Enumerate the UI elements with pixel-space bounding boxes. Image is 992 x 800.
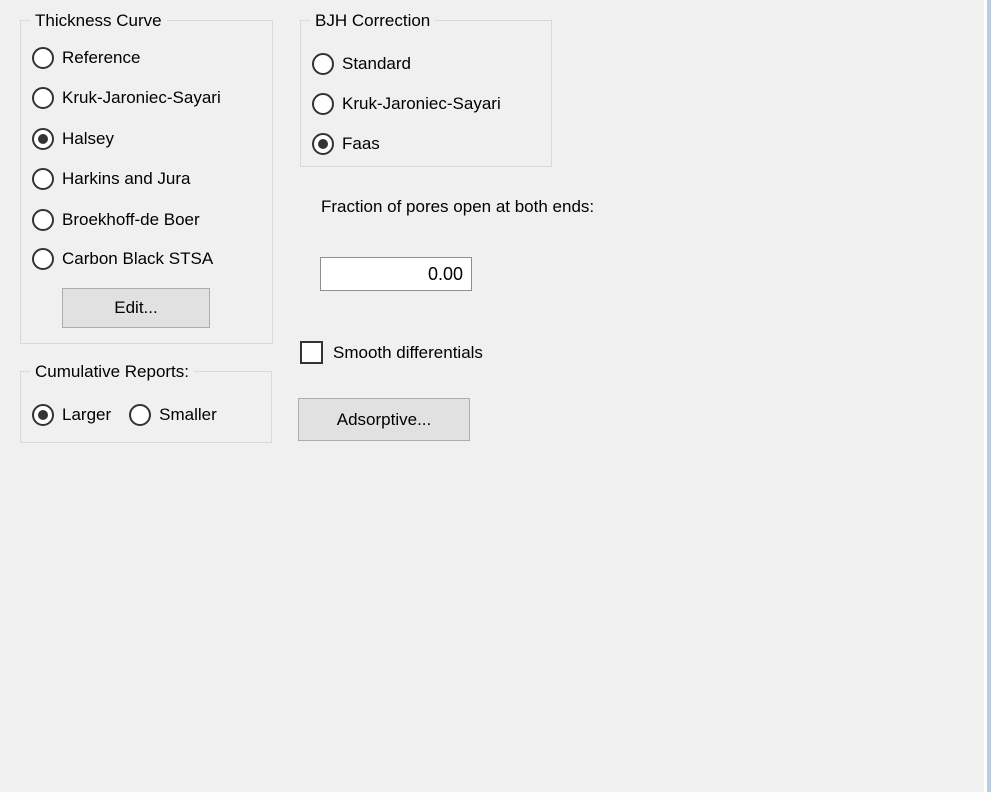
thickness-curve-group: Thickness Curve Reference Kruk-Jaroniec-… (20, 20, 273, 344)
radio-label-kruk-jaroniec-sayari: Kruk-Jaroniec-Sayari (62, 88, 221, 108)
radio-label-reference: Reference (62, 48, 140, 68)
radio-carbon-black-stsa[interactable] (32, 248, 54, 270)
radio-label-faas: Faas (342, 134, 380, 154)
radio-label-harkins-and-jura: Harkins and Jura (62, 169, 191, 189)
radio-larger[interactable] (32, 404, 54, 426)
radio-label-carbon-black-stsa: Carbon Black STSA (62, 249, 213, 269)
adsorptive-button[interactable]: Adsorptive... (298, 398, 470, 441)
radio-row-standard[interactable]: Standard (312, 51, 411, 77)
thickness-curve-group-title: Thickness Curve (30, 10, 167, 31)
smooth-differentials-checkbox[interactable] (300, 341, 323, 364)
radio-halsey[interactable] (32, 128, 54, 150)
radio-row-broekhoff-de-boer[interactable]: Broekhoff-de Boer (32, 207, 200, 233)
radio-row-bjh-kruk-jaroniec-sayari[interactable]: Kruk-Jaroniec-Sayari (312, 91, 501, 117)
radio-label-broekhoff-de-boer: Broekhoff-de Boer (62, 210, 200, 230)
edit-button[interactable]: Edit... (62, 288, 210, 328)
radio-harkins-and-jura[interactable] (32, 168, 54, 190)
radio-label-standard: Standard (342, 54, 411, 74)
radio-row-reference[interactable]: Reference (32, 45, 140, 71)
fraction-of-pores-label: Fraction of pores open at both ends: (321, 194, 617, 220)
radio-row-kruk-jaroniec-sayari[interactable]: Kruk-Jaroniec-Sayari (32, 85, 221, 111)
radio-label-bjh-kruk-jaroniec-sayari: Kruk-Jaroniec-Sayari (342, 94, 501, 114)
radio-row-harkins-and-jura[interactable]: Harkins and Jura (32, 166, 191, 192)
cumulative-reports-radio-row: Larger Smaller (32, 402, 217, 428)
bjh-correction-group: BJH Correction Standard Kruk-Jaroniec-Sa… (300, 20, 552, 167)
radio-faas[interactable] (312, 133, 334, 155)
radio-label-smaller: Smaller (159, 405, 217, 425)
smooth-differentials-row[interactable]: Smooth differentials (300, 340, 483, 365)
options-panel: Thickness Curve Reference Kruk-Jaroniec-… (0, 0, 984, 792)
fraction-of-pores-input[interactable] (320, 257, 472, 291)
radio-row-faas[interactable]: Faas (312, 131, 380, 157)
radio-smaller[interactable] (129, 404, 151, 426)
bjh-correction-group-title: BJH Correction (310, 10, 435, 31)
radio-kruk-jaroniec-sayari[interactable] (32, 87, 54, 109)
smooth-differentials-label: Smooth differentials (333, 343, 483, 363)
cumulative-reports-group-title: Cumulative Reports: (30, 361, 194, 382)
cumulative-reports-group: Cumulative Reports: Larger Smaller (20, 371, 272, 443)
radio-bjh-kruk-jaroniec-sayari[interactable] (312, 93, 334, 115)
radio-broekhoff-de-boer[interactable] (32, 209, 54, 231)
radio-label-halsey: Halsey (62, 129, 114, 149)
window-edge-border (987, 0, 991, 792)
radio-reference[interactable] (32, 47, 54, 69)
radio-row-halsey[interactable]: Halsey (32, 126, 114, 152)
radio-row-carbon-black-stsa[interactable]: Carbon Black STSA (32, 246, 213, 272)
radio-standard[interactable] (312, 53, 334, 75)
radio-label-larger: Larger (62, 405, 111, 425)
